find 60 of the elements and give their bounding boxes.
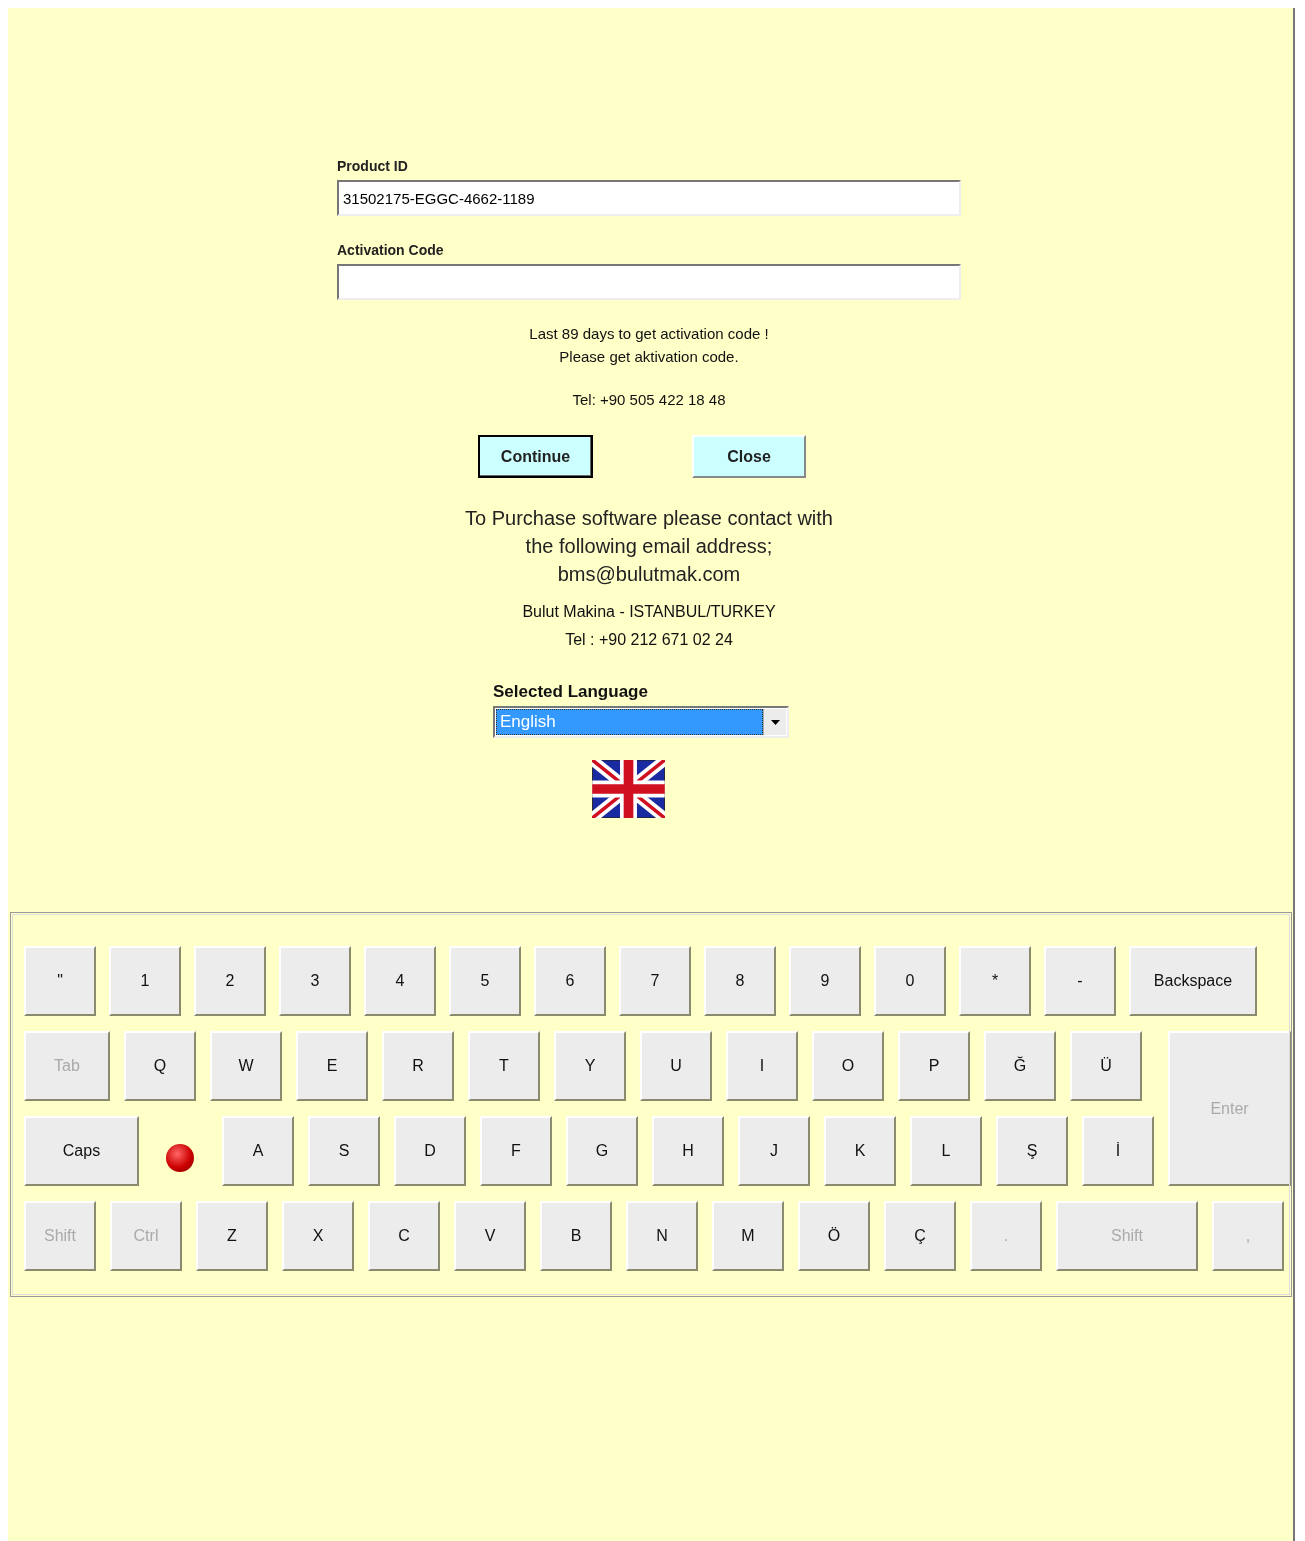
keyboard-key[interactable]: Y (554, 1031, 626, 1101)
dialog-button[interactable]: Continue (478, 435, 593, 478)
keyboard-key[interactable]: I (726, 1031, 798, 1101)
keyboard-key[interactable]: A (222, 1116, 294, 1186)
notice-text: Last 89 days to get activation code ! Please get aktivation code. (528, 324, 770, 367)
keyboard-key[interactable]: Z (196, 1201, 268, 1271)
keyboard-key[interactable]: 8 (704, 946, 776, 1016)
keyboard-key[interactable]: 0 (874, 946, 946, 1016)
keyboard-key[interactable]: Q (124, 1031, 196, 1101)
keyboard-key[interactable]: 1 (109, 946, 181, 1016)
keyboard-key[interactable]: H (652, 1116, 724, 1186)
field-label: Product ID (337, 158, 409, 174)
keyboard-key[interactable]: Ğ (984, 1031, 1056, 1101)
keyboard-key[interactable]: U (640, 1031, 712, 1101)
keyboard-key[interactable]: 2 (194, 946, 266, 1016)
keyboard-key[interactable]: T (468, 1031, 540, 1101)
product-id-field[interactable]: 31502175-EGGC-4662-1189 (337, 180, 961, 216)
keyboard-key[interactable]: 6 (534, 946, 606, 1016)
field-label: Activation Code (337, 242, 445, 258)
keyboard-key[interactable]: 3 (279, 946, 351, 1016)
keyboard-key[interactable]: D (394, 1116, 466, 1186)
keyboard-key[interactable]: İ (1082, 1116, 1154, 1186)
keyboard-key[interactable]: Caps (24, 1116, 139, 1186)
keyboard-key[interactable]: - (1044, 946, 1116, 1016)
keyboard-key[interactable]: * (959, 946, 1031, 1016)
keyboard-key[interactable]: V (454, 1201, 526, 1271)
keyboard-key[interactable]: Ç (884, 1201, 956, 1271)
keyboard-key[interactable]: 7 (619, 946, 691, 1016)
keyboard-key[interactable]: Ö (798, 1201, 870, 1271)
dialog-button[interactable]: Close (692, 435, 806, 478)
keyboard-key[interactable]: N (626, 1201, 698, 1271)
keyboard-key[interactable]: P (898, 1031, 970, 1101)
keyboard-key[interactable]: E (296, 1031, 368, 1101)
keyboard-key[interactable]: S (308, 1116, 380, 1186)
keyboard-key[interactable]: G (566, 1116, 638, 1186)
keyboard-key[interactable]: M (712, 1201, 784, 1271)
keyboard-key[interactable]: B (540, 1201, 612, 1271)
keyboard-key[interactable]: 9 (789, 946, 861, 1016)
keyboard-key[interactable]: W (210, 1031, 282, 1101)
purchase-text: To Purchase software please contact with the following email address; bms@bulutmak.com (464, 506, 834, 587)
keyboard-key[interactable]: K (824, 1116, 896, 1186)
flag-icon (592, 760, 665, 818)
phone-text: Tel: +90 505 422 18 48 (571, 390, 727, 410)
company-text: Bulut Makina - ISTANBUL/TURKEY Tel : +90 212 671 02 24 (521, 602, 777, 650)
keyboard-key[interactable]: Backspace (1129, 946, 1257, 1016)
activation-code-field[interactable] (337, 264, 961, 300)
keyboard-key[interactable]: F (480, 1116, 552, 1186)
keyboard-key[interactable]: C (368, 1201, 440, 1271)
keyboard-key[interactable]: O (812, 1031, 884, 1101)
keyboard-key[interactable]: 5 (449, 946, 521, 1016)
keyboard-key[interactable]: 4 (364, 946, 436, 1016)
keyboard-key[interactable]: R (382, 1031, 454, 1101)
keyboard-key[interactable]: X (282, 1201, 354, 1271)
keyboard-key[interactable]: Ş (996, 1116, 1068, 1186)
keyboard-key[interactable]: " (24, 946, 96, 1016)
language-label: Selected Language (493, 682, 649, 702)
keyboard-key[interactable]: J (738, 1116, 810, 1186)
dropdown-arrow-icon (770, 719, 780, 725)
keyboard-key[interactable]: Ü (1070, 1031, 1142, 1101)
keyboard-key[interactable]: L (910, 1116, 982, 1186)
